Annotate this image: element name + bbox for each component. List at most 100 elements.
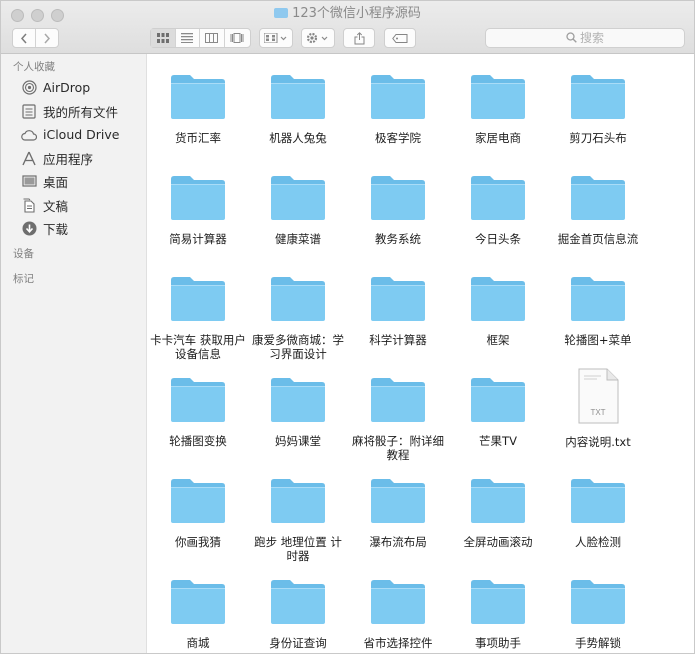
folder-item[interactable]: 商城	[148, 579, 248, 650]
file-name-label: 妈妈课堂	[275, 434, 321, 448]
folder-icon	[171, 75, 225, 119]
folder-icon	[571, 176, 625, 220]
file-item[interactable]: TXT 内容说明.txt	[548, 368, 648, 449]
download-icon	[21, 221, 37, 237]
sidebar-item-documents[interactable]: 文稿	[1, 194, 146, 218]
folder-item[interactable]: 剪刀石头布	[548, 74, 648, 145]
view-mode-control	[150, 28, 251, 48]
file-name-label: 简易计算器	[169, 232, 227, 246]
back-button[interactable]	[13, 29, 36, 47]
folder-item[interactable]: 货币汇率	[148, 74, 248, 145]
folder-item[interactable]: 卡卡汽车 获取用户设备信息	[148, 276, 248, 361]
title-bar: 123个微信小程序源码 搜索	[1, 1, 694, 54]
sidebar-section-favorites: 个人收藏	[13, 61, 55, 73]
folder-item[interactable]: 身份证查询	[248, 579, 348, 650]
folder-icon	[371, 378, 425, 422]
folder-item[interactable]: 轮播图变换	[148, 377, 248, 448]
folder-icon	[471, 378, 525, 422]
folder-item[interactable]: 框架	[448, 276, 548, 347]
file-name-label: 轮播图+菜单	[564, 333, 632, 347]
file-name-label: 轮播图变换	[169, 434, 227, 448]
tag-button[interactable]	[384, 28, 416, 48]
share-button[interactable]	[343, 28, 375, 48]
folder-item[interactable]: 今日头条	[448, 175, 548, 246]
folder-item[interactable]: 轮播图+菜单	[548, 276, 648, 347]
folder-icon	[171, 277, 225, 321]
finder-window: 123个微信小程序源码 搜索 个人收藏 AirDrop 我的所有文件 iClou…	[0, 0, 695, 654]
forward-button[interactable]	[36, 29, 58, 47]
folder-item[interactable]: 瀑布流布局	[348, 478, 448, 549]
column-view-button[interactable]	[200, 29, 225, 47]
list-view-button[interactable]	[176, 29, 201, 47]
sidebar-section-devices: 设备	[13, 247, 34, 260]
icon-view-button[interactable]	[151, 29, 176, 47]
folder-icon	[371, 580, 425, 624]
file-name-label: 今日头条	[475, 232, 521, 246]
sidebar-item-applications[interactable]: 应用程序	[1, 147, 146, 171]
file-name-label: 人脸检测	[575, 535, 621, 549]
folder-item[interactable]: 家居电商	[448, 74, 548, 145]
file-name-label: 康爱多微商城：学习界面设计	[252, 333, 344, 361]
folder-item[interactable]: 事项助手	[448, 579, 548, 650]
folder-icon	[271, 479, 325, 523]
sidebar-item-downloads[interactable]: 下载	[1, 217, 146, 241]
file-name-label: 省市选择控件	[363, 636, 433, 650]
window-title: 123个微信小程序源码	[292, 6, 421, 21]
arrange-button[interactable]	[259, 28, 293, 48]
folder-item[interactable]: 科学计算器	[348, 276, 448, 347]
file-name-label: 机器人兔兔	[269, 131, 327, 145]
folder-item[interactable]: 极客学院	[348, 74, 448, 145]
folder-item[interactable]: 麻将骰子：附详细教程	[348, 377, 448, 462]
folder-icon	[371, 277, 425, 321]
sidebar-item-label: AirDrop	[43, 80, 91, 96]
sidebar-item-icloud-drive[interactable]: iCloud Drive	[1, 123, 146, 147]
all-files-icon	[21, 103, 37, 119]
list-icon	[181, 33, 194, 43]
folder-item[interactable]: 简易计算器	[148, 175, 248, 246]
folder-icon	[371, 479, 425, 523]
folder-icon	[171, 479, 225, 523]
folder-item[interactable]: 掘金首页信息流	[548, 175, 648, 246]
file-name-label: 科学计算器	[369, 333, 427, 347]
file-name-label: 健康菜谱	[275, 232, 321, 246]
chevron-left-icon	[20, 33, 27, 43]
file-icon-grid: 货币汇率 机器人兔兔 极客学院 家居电商 剪刀石头布简易计算器 健康菜谱 教务系统 今日头条 掘…	[147, 54, 694, 653]
folder-icon	[471, 580, 525, 624]
documents-icon	[21, 197, 37, 213]
search-placeholder: 搜索	[579, 31, 604, 45]
sidebar-item-label: 应用程序	[43, 151, 94, 167]
nav-buttons	[12, 28, 59, 48]
folder-item[interactable]: 手势解锁	[548, 579, 648, 650]
folder-icon	[571, 479, 625, 523]
folder-item[interactable]: 教务系统	[348, 175, 448, 246]
sidebar-item-desktop[interactable]: 桌面	[1, 170, 146, 194]
cover-flow-button[interactable]	[225, 29, 250, 47]
folder-item[interactable]: 机器人兔兔	[248, 74, 348, 145]
sidebar-item-label: iCloud Drive	[43, 127, 120, 143]
sidebar-item-all-files[interactable]: 我的所有文件	[1, 100, 146, 124]
folder-item[interactable]: 人脸检测	[548, 478, 648, 549]
folder-item[interactable]: 康爱多微商城：学习界面设计	[248, 276, 348, 361]
folder-icon	[571, 580, 625, 624]
file-name-label: 瀑布流布局	[369, 535, 427, 549]
icon-grid-icon	[156, 33, 169, 43]
file-name-label: 极客学院	[375, 131, 421, 145]
file-name-label: 身份证查询	[269, 636, 327, 650]
folder-item[interactable]: 跑步 地理位置 计时器	[248, 478, 348, 563]
folder-icon	[171, 378, 225, 422]
folder-item[interactable]: 全屏动画滚动	[448, 478, 548, 549]
folder-item[interactable]: 妈妈课堂	[248, 377, 348, 448]
text-document-icon: TXT	[578, 368, 619, 424]
file-type-badge: TXT	[590, 408, 605, 417]
search-field[interactable]: 搜索	[485, 28, 685, 48]
sidebar-item-airdrop[interactable]: AirDrop	[1, 76, 146, 100]
folder-item[interactable]: 芒果TV	[448, 377, 548, 448]
folder-item[interactable]: 省市选择控件	[348, 579, 448, 650]
folder-icon	[571, 277, 625, 321]
airdrop-icon	[21, 80, 37, 96]
columns-icon	[205, 33, 219, 43]
file-name-label: 麻将骰子：附详细教程	[352, 434, 444, 462]
folder-item[interactable]: 你画我猜	[148, 478, 248, 549]
action-button[interactable]	[301, 28, 335, 48]
folder-item[interactable]: 健康菜谱	[248, 175, 348, 246]
